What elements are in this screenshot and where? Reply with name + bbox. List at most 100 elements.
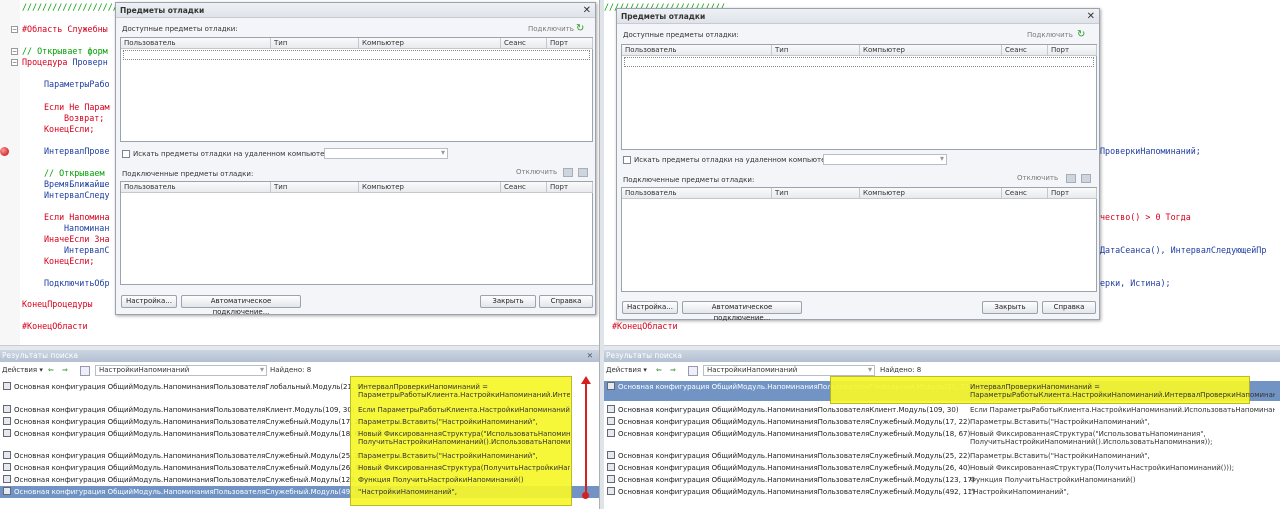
available-items-table[interactable]: Пользователь Тип Компьютер Сеанс Порт [120,37,593,142]
remote-computer-select[interactable] [823,154,947,165]
found-count: Найдено: 8 [270,366,312,374]
code-line: КонецЕсли; [44,256,95,266]
connect-link[interactable]: Подключить [528,25,574,33]
result-text-line: Новый ФиксированнаяСтруктура(ПолучитьНас… [970,464,1235,472]
connect-link[interactable]: Подключить [1027,31,1073,39]
available-items-table[interactable]: Пользователь Тип Компьютер Сеанс Порт [621,44,1097,150]
result-text: Параметры.Вставить("НастройкиНапоминаний… [970,418,1275,426]
close-button[interactable]: Закрыть [982,301,1038,314]
column-header[interactable]: Тип [271,182,359,193]
table-row[interactable] [624,57,1094,67]
code-line: КонецЕсли; [44,124,95,134]
results-title: Результаты поиска [604,350,1280,362]
results-title-text: Результаты поиска [606,351,683,360]
settings-button[interactable]: Настройка... [622,301,678,314]
search-query-select[interactable]: НастройкиНапоминаний [703,365,875,376]
column-header[interactable]: Пользователь [121,38,271,49]
available-items-label: Доступные предметы отладки: [623,31,739,39]
column-header[interactable]: Тип [772,45,860,56]
code-line: ДатаСеанса(), ИнтервалСледующейПр [1100,245,1267,255]
search-icon[interactable] [688,366,698,376]
code-line: ПроверкиНапоминаний; [1100,146,1201,156]
module-icon [3,417,11,425]
result-text-line: "НастройкиНапоминаний", [970,488,1069,496]
result-text: Новый ФиксированнаяСтруктура("Использова… [358,430,570,446]
code-line: ПодключитьОбр [44,278,110,288]
refresh-icon[interactable]: ↻ [576,23,584,34]
column-header[interactable]: Пользователь [622,188,772,199]
red-arrow-annotation [585,380,587,496]
result-text-line: Функция ПолучитьНастройкиНапоминаний() [358,476,524,484]
code-line: Процедура Проверн [22,57,108,67]
column-header[interactable]: Сеанс [501,182,547,193]
toolbar-icon[interactable] [1081,174,1091,183]
help-button[interactable]: Справка [539,295,593,308]
code-line: ИнтервалПрове [44,146,110,156]
module-icon [607,451,615,459]
search-query-select[interactable]: НастройкиНапоминаний [95,365,267,376]
connected-items-table[interactable]: Пользователь Тип Компьютер Сеанс Порт [621,187,1097,292]
column-header[interactable]: Компьютер [359,38,501,49]
search-icon[interactable] [80,366,90,376]
toolbar-icon[interactable] [578,168,588,177]
column-header[interactable]: Компьютер [860,188,1002,199]
back-arrow-icon[interactable]: ⇐ [48,364,54,377]
result-text-line: Параметры.Вставить("НастройкиНапоминаний… [970,418,1150,426]
back-arrow-icon[interactable]: ⇐ [656,364,662,377]
result-text-line: Параметры.Вставить("НастройкиНапоминаний… [970,452,1150,460]
column-header[interactable]: Порт [547,182,593,193]
forward-arrow-icon[interactable]: ⇒ [670,364,676,377]
code-line: чество() > 0 Тогда [1100,212,1191,222]
actions-menu[interactable]: Действия ▾ [2,364,43,377]
column-header[interactable]: Компьютер [359,182,501,193]
column-header[interactable]: Порт [1048,188,1097,199]
fold-toggle-icon[interactable]: − [11,48,18,55]
auto-connect-button[interactable]: Автоматическое подключение... [181,295,301,316]
fold-toggle-icon[interactable]: − [11,26,18,33]
disconnect-link[interactable]: Отключить [1017,174,1058,182]
fold-toggle-icon[interactable]: − [11,59,18,66]
code-line: ВремяБлижайше [44,179,110,189]
result-text: Функция ПолучитьНастройкиНапоминаний() [358,476,570,484]
column-header[interactable]: Порт [1048,45,1097,56]
column-header[interactable]: Пользователь [622,45,772,56]
column-header[interactable]: Порт [547,38,593,49]
code-line: Возврат; [64,113,105,123]
result-path: Основная конфигурация ОбщийМодуль.Напоми… [618,418,971,426]
result-text: Если ПараметрыРаботыКлиента.НастройкиНап… [970,406,1275,414]
result-text-line: ПараметрыРаботыКлиента.НастройкиНапомина… [358,391,570,399]
search-remote-checkbox[interactable] [122,150,130,158]
close-icon[interactable]: ✕ [587,350,593,362]
column-header[interactable]: Пользователь [121,182,271,193]
close-icon[interactable]: ✕ [1087,9,1095,24]
available-items-label: Доступные предметы отладки: [122,25,238,33]
column-header[interactable]: Сеанс [1002,45,1048,56]
column-header[interactable]: Тип [271,38,359,49]
column-header[interactable]: Тип [772,188,860,199]
actions-menu[interactable]: Действия ▾ [606,364,647,377]
column-header[interactable]: Сеанс [1002,188,1048,199]
close-icon[interactable]: ✕ [583,3,591,18]
connected-items-table[interactable]: Пользователь Тип Компьютер Сеанс Порт [120,181,593,285]
close-button[interactable]: Закрыть [480,295,536,308]
column-header[interactable]: Сеанс [501,38,547,49]
auto-connect-button[interactable]: Автоматическое подключение... [682,301,802,322]
forward-arrow-icon[interactable]: ⇒ [62,364,68,377]
column-header[interactable]: Компьютер [860,45,1002,56]
disconnect-link[interactable]: Отключить [516,168,557,176]
help-button[interactable]: Справка [1042,301,1096,314]
connected-items-label: Подключенные предметы отладки: [122,170,254,178]
refresh-icon[interactable]: ↻ [1077,29,1085,40]
result-text: Параметры.Вставить("НастройкиНапоминаний… [358,452,570,460]
code-line: #КонецОбласти [612,321,678,331]
breakpoint-icon[interactable] [0,147,9,156]
module-icon [607,405,615,413]
settings-button[interactable]: Настройка... [121,295,177,308]
table-row[interactable] [123,50,590,60]
result-text: ИнтервалПроверкиНапоминаний = ПараметрыРа… [970,383,1275,399]
remote-computer-select[interactable] [324,148,448,159]
toolbar-icon[interactable] [1066,174,1076,183]
search-remote-checkbox[interactable] [623,156,631,164]
code-line: Если Напомина [44,212,110,222]
toolbar-icon[interactable] [563,168,573,177]
